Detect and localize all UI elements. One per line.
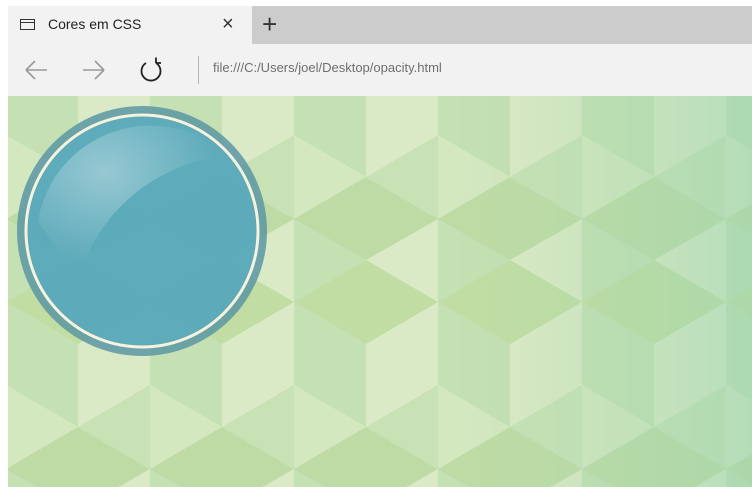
plus-icon[interactable]: +	[262, 9, 277, 39]
back-arrow-icon	[25, 60, 47, 80]
address-bar[interactable]: file:///C:/Users/joel/Desktop/opacity.ht…	[213, 60, 442, 75]
navigation-bar: file:///C:/Users/joel/Desktop/opacity.ht…	[8, 44, 752, 96]
forward-arrow-icon	[83, 60, 105, 80]
refresh-button[interactable]	[135, 54, 167, 86]
translucent-circle	[17, 106, 267, 356]
tab-title: Cores em CSS	[48, 16, 142, 32]
browser-window: Cores em CSS × + file:///C:/Users/joel/D…	[8, 0, 752, 487]
page-content	[8, 96, 752, 487]
nav-divider	[198, 56, 199, 84]
tab-cores-em-css[interactable]: Cores em CSS ×	[8, 6, 252, 44]
tab-strip: Cores em CSS × +	[8, 6, 752, 44]
close-icon[interactable]: ×	[222, 12, 234, 36]
cube-pattern-canvas	[8, 96, 752, 487]
refresh-icon	[140, 57, 162, 82]
forward-button[interactable]	[78, 54, 110, 86]
page-icon	[20, 19, 35, 30]
back-button[interactable]	[20, 54, 52, 86]
